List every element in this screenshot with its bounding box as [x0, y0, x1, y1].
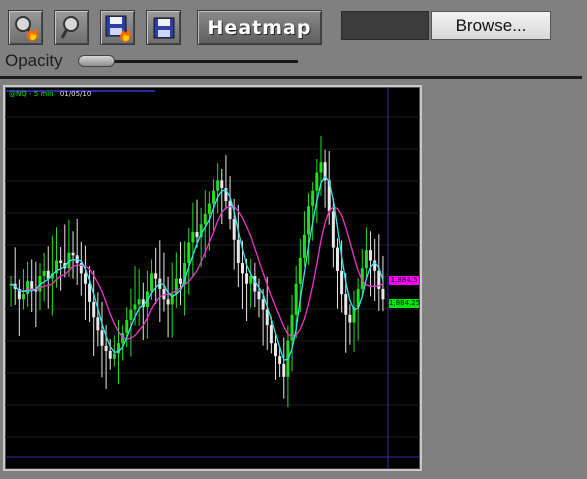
candle-body: [236, 239, 240, 264]
candle-body: [315, 172, 319, 191]
candle-body: [100, 330, 104, 346]
candle-body: [195, 232, 199, 238]
candle-body: [220, 180, 224, 189]
candle-body: [21, 294, 25, 300]
candle-body: [298, 257, 302, 284]
candle-body: [150, 273, 154, 292]
candle-body: [282, 363, 286, 377]
candle-body: [203, 213, 207, 225]
candle-body: [108, 350, 112, 359]
candle-body: [187, 242, 191, 264]
opacity-label: Opacity: [5, 51, 63, 70]
chart-date: 01/05/10: [59, 90, 92, 98]
candle-body: [265, 309, 269, 326]
candle-body: [92, 301, 96, 318]
candle-body: [88, 283, 92, 302]
chart-header: @NQ - 5 min 01/05/10: [9, 90, 91, 98]
candle-body: [104, 345, 108, 351]
candle-body: [335, 247, 339, 271]
opacity-slider-thumb[interactable]: [78, 55, 115, 67]
candle-body: [364, 250, 368, 269]
candle-body: [348, 314, 352, 323]
candle-body: [302, 234, 306, 258]
candle-body: [96, 317, 100, 331]
heatmap-button[interactable]: Heatmap: [197, 10, 322, 45]
candle-body: [369, 250, 373, 261]
candle-body: [207, 203, 211, 214]
candle-body: [212, 190, 216, 204]
file-path-field[interactable]: [341, 11, 429, 40]
candle-body: [112, 353, 116, 359]
zoom-in-heat-button[interactable]: [8, 10, 43, 45]
candle-body: [228, 201, 232, 220]
candle-body: [129, 309, 133, 320]
price-chart[interactable]: @NQ - 5 min 01/05/10 1,884.5 1,884.25: [3, 85, 422, 471]
candle-body: [319, 162, 323, 173]
candle-body: [232, 219, 236, 240]
candle-body: [83, 273, 87, 284]
candle-body: [344, 294, 348, 315]
zoom-button[interactable]: [54, 10, 89, 45]
floppy-icon: [153, 17, 175, 39]
price-tag-ma: 1,884.5: [389, 276, 419, 285]
candle-body: [216, 180, 220, 191]
candle-body: [42, 270, 46, 276]
candle-body: [311, 190, 315, 207]
candle-body: [191, 232, 195, 243]
candle-body: [381, 288, 385, 300]
save-button[interactable]: [146, 10, 181, 45]
candle-body: [133, 304, 137, 310]
candle-body: [240, 263, 244, 274]
candle-body: [261, 299, 265, 310]
candle-body: [340, 270, 344, 295]
chart-symbol: @NQ - 5 min: [9, 90, 54, 98]
save-heat-button[interactable]: [100, 10, 135, 45]
candle-body: [79, 263, 83, 274]
candle-body: [178, 278, 182, 284]
candle-body: [278, 356, 282, 364]
candle-body: [71, 252, 75, 256]
candle-body: [294, 283, 298, 315]
candle-body: [30, 281, 34, 289]
candle-body: [166, 299, 170, 305]
candle-body: [137, 299, 141, 305]
candle-body: [257, 291, 261, 300]
magnifier-flame-icon: [15, 16, 38, 41]
candle-body: [154, 273, 158, 279]
candle-body: [274, 343, 278, 357]
candle-body: [269, 325, 273, 344]
price-tag-last: 1,884.25: [389, 299, 421, 308]
chart-plot: [5, 87, 420, 469]
floppy-flame-icon: [105, 15, 131, 42]
candle-body: [331, 211, 335, 248]
candle-body: [245, 273, 249, 284]
magnifier-icon: [60, 16, 79, 39]
candle-body: [125, 319, 129, 333]
browse-button[interactable]: Browse...: [431, 11, 551, 40]
candle-body: [59, 260, 63, 264]
toolbar-divider: [0, 76, 582, 79]
candle-body: [26, 281, 30, 295]
candle-body: [307, 206, 311, 235]
